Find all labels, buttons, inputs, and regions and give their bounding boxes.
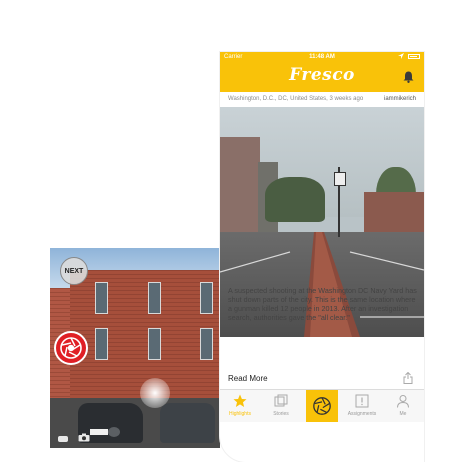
camera-mode-icon[interactable] — [78, 433, 90, 442]
camera-shutter-icon — [313, 397, 331, 415]
post-meta: Washington, D.C., DC, United States, 3 w… — [220, 92, 424, 106]
shutter-button[interactable] — [54, 331, 88, 365]
person-icon — [397, 395, 409, 408]
camera-car — [160, 403, 215, 443]
tab-stories[interactable]: Stories — [261, 390, 301, 422]
post-caption: A suspected shooting at the Washington D… — [228, 286, 417, 322]
tab-assignments[interactable]: Assignments — [342, 390, 382, 422]
notification-bell-icon[interactable] — [403, 71, 414, 83]
app-screen: Carrier 11:48 AM Fresco Washington, D.C.… — [220, 52, 424, 462]
tab-camera[interactable] — [306, 390, 338, 422]
stories-icon — [274, 394, 288, 407]
tab-label: Stories — [273, 411, 289, 417]
location-arrow-icon — [398, 53, 404, 59]
building-window — [148, 282, 161, 314]
tab-bar: Highlights Stories Assignments Me — [220, 389, 424, 422]
read-more-link[interactable]: Read More — [228, 374, 268, 383]
photo-building-left — [220, 137, 260, 237]
license-plate — [90, 429, 108, 435]
street-sign — [334, 172, 346, 186]
photo-trees — [265, 177, 325, 222]
status-time: 11:48 AM — [309, 54, 335, 60]
post-location: Washington, D.C., DC, United States, 3 w… — [228, 96, 364, 102]
building-window — [95, 282, 108, 314]
tab-highlights[interactable]: Highlights — [220, 390, 260, 422]
app-header: Carrier 11:48 AM Fresco — [220, 52, 424, 92]
tab-me[interactable]: Me — [383, 390, 423, 422]
sun-glare — [140, 378, 170, 408]
assignments-icon — [355, 394, 369, 408]
share-icon[interactable] — [403, 372, 413, 384]
video-mode-icon[interactable] — [58, 436, 68, 442]
building-window — [95, 328, 108, 360]
status-bar: Carrier 11:48 AM — [220, 52, 424, 63]
tab-label: Assignments — [347, 411, 377, 417]
aperture-icon — [60, 337, 82, 359]
building-window — [200, 282, 213, 314]
post-username[interactable]: iammikerich — [384, 96, 416, 102]
battery-icon — [408, 54, 420, 59]
building-window — [148, 328, 161, 360]
star-icon — [233, 394, 247, 407]
next-button[interactable]: NEXT — [60, 257, 88, 285]
app-logo: Fresco — [289, 65, 355, 85]
tab-label: Highlights — [229, 411, 251, 417]
building-window — [200, 328, 213, 360]
tab-label: Me — [399, 411, 407, 417]
car-emblem — [108, 427, 120, 437]
